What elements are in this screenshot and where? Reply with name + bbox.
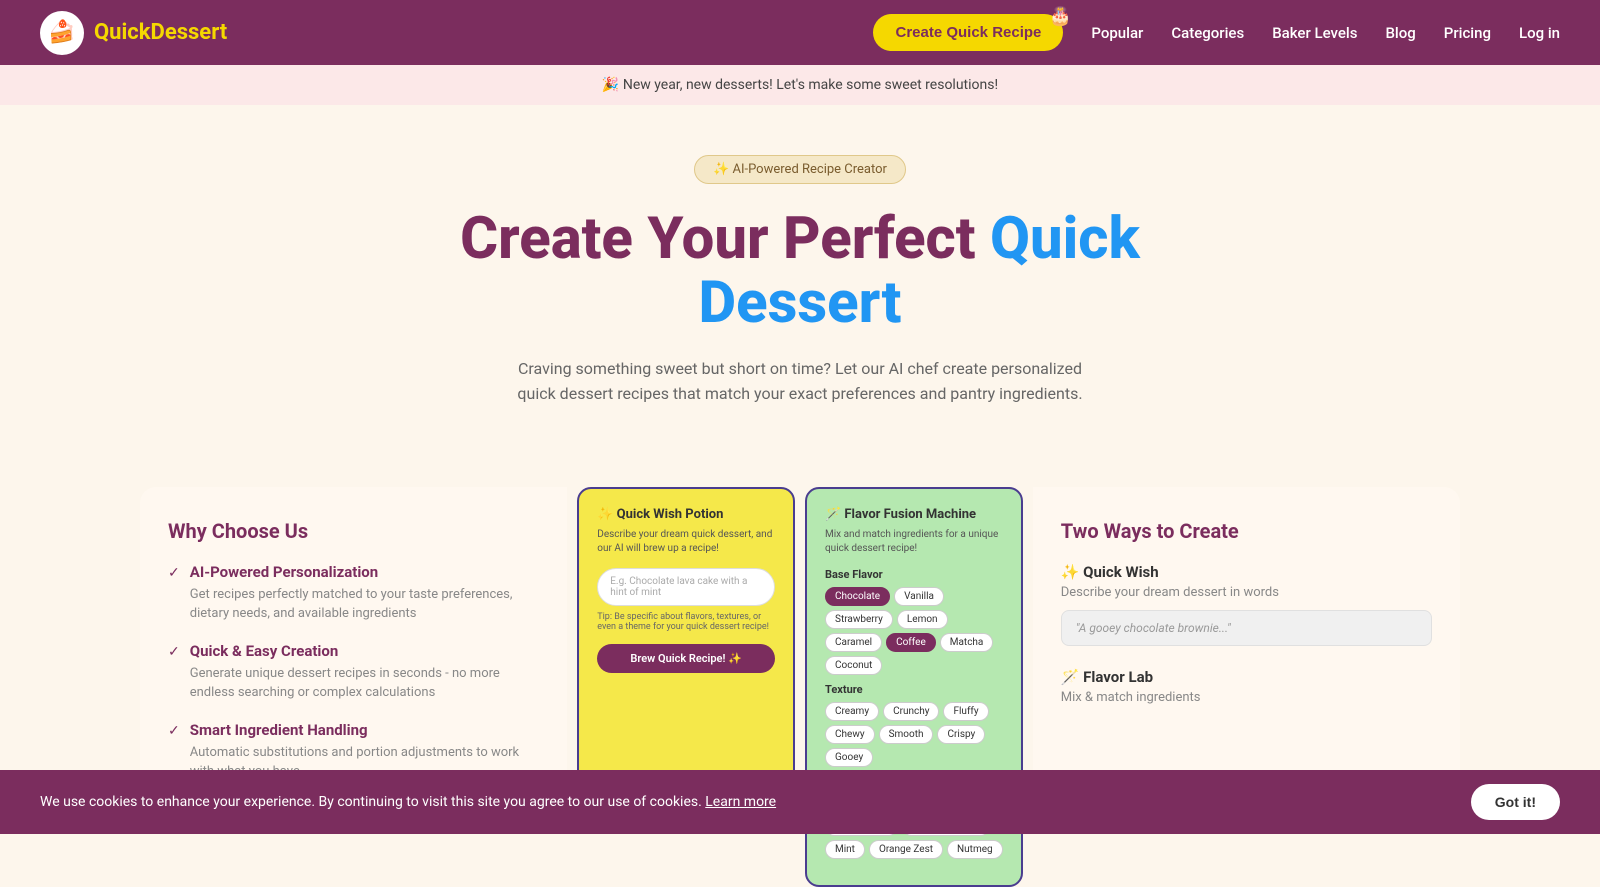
mockup-right-subtitle: Mix and match ingredients for a unique q… <box>825 528 1003 556</box>
tag-nutmeg[interactable]: Nutmeg <box>947 840 1003 859</box>
two-ways-title: Two Ways to Create <box>1061 519 1432 543</box>
mockup-left-input[interactable]: E.g. Chocolate lava cake with a hint of … <box>597 568 775 606</box>
cta-button[interactable]: Create Quick Recipe 🎂 <box>873 14 1063 51</box>
way-flavor-lab-desc: Mix & match ingredients <box>1061 690 1432 705</box>
way-flavor-lab-label: Flavor Lab <box>1083 668 1153 686</box>
tag-gooey[interactable]: Gooey <box>825 748 873 767</box>
tag-smooth[interactable]: Smooth <box>879 725 934 744</box>
cta-label: Create Quick Recipe <box>895 24 1041 41</box>
tag-vanilla[interactable]: Vanilla <box>894 587 944 606</box>
cookie-text: We use cookies to enhance your experienc… <box>40 794 1441 810</box>
way-quick-wish-icon: ✨ <box>1061 563 1080 581</box>
tag-lemon[interactable]: Lemon <box>897 610 948 629</box>
why-item-title-1: AI-Powered Personalization <box>190 563 540 581</box>
tag-crunchy[interactable]: Crunchy <box>883 702 939 721</box>
nav-login[interactable]: Log in <box>1519 24 1560 42</box>
logo-icon: 🍰 <box>40 11 84 55</box>
ai-badge: ✨ AI-Powered Recipe Creator <box>694 155 906 184</box>
cta-cake-emoji: 🎂 <box>1049 6 1071 27</box>
tag-matcha[interactable]: Matcha <box>940 633 994 652</box>
tag-chocolate[interactable]: Chocolate <box>825 587 890 606</box>
base-flavor-tags: Chocolate Vanilla Strawberry Lemon Caram… <box>825 587 1003 675</box>
tag-creamy[interactable]: Creamy <box>825 702 879 721</box>
logo-text: QuickDessert <box>94 20 227 45</box>
banner-text: New year, new desserts! Let's make some … <box>623 77 998 93</box>
nav-baker-levels[interactable]: Baker Levels <box>1272 24 1357 42</box>
hero-title-blue: Quick <box>990 205 1140 273</box>
nav-blog[interactable]: Blog <box>1385 24 1415 42</box>
way-flavor-lab-icon: 🪄 <box>1061 668 1080 686</box>
tag-fluffy[interactable]: Fluffy <box>943 702 988 721</box>
cookie-learn-more[interactable]: Learn more <box>705 794 776 810</box>
why-item-desc-2: Generate unique dessert recipes in secon… <box>190 664 540 703</box>
way-flavor-lab-title: 🪄 Flavor Lab <box>1061 668 1432 686</box>
why-item-desc-1: Get recipes perfectly matched to your ta… <box>190 585 540 624</box>
hero-title: Create Your Perfect Quick Dessert <box>40 208 1560 336</box>
hero-title-part1: Create Your Perfect <box>460 205 990 273</box>
mockup-left-subtitle: Describe your dream quick dessert, and o… <box>597 528 775 556</box>
cookie-message: We use cookies to enhance your experienc… <box>40 794 702 810</box>
tag-orange-zest[interactable]: Orange Zest <box>869 840 943 859</box>
cookie-banner: We use cookies to enhance your experienc… <box>0 770 1600 834</box>
mockup-quick-wish: ✨ Quick Wish Potion Describe your dream … <box>577 487 795 787</box>
logo-area: 🍰 QuickDessert <box>40 11 227 55</box>
banner-emoji: 🎉 <box>602 77 619 93</box>
tag-strawberry[interactable]: Strawberry <box>825 610 893 629</box>
check-icon-1: ✓ <box>168 565 180 624</box>
way-quick-wish-title: ✨ Quick Wish <box>1061 563 1432 581</box>
mockup-left-btn[interactable]: Brew Quick Recipe! ✨ <box>597 644 775 673</box>
nav-categories[interactable]: Categories <box>1171 24 1244 42</box>
way-quick-wish-label: Quick Wish <box>1083 563 1158 581</box>
texture-tags: Creamy Crunchy Fluffy Chewy Smooth Crisp… <box>825 702 1003 767</box>
why-title: Why Choose Us <box>168 519 539 543</box>
nav-pricing[interactable]: Pricing <box>1444 24 1491 42</box>
why-item-title-2: Quick & Easy Creation <box>190 642 540 660</box>
base-flavor-label: Base Flavor <box>825 568 1003 581</box>
hero-section: ✨ AI-Powered Recipe Creator Create Your … <box>0 105 1600 487</box>
check-icon-2: ✓ <box>168 644 180 703</box>
texture-label: Texture <box>825 683 1003 696</box>
navbar: 🍰 QuickDessert Create Quick Recipe 🎂 Pop… <box>0 0 1600 65</box>
mockup-right-title: 🪄 Flavor Fusion Machine <box>825 507 1003 522</box>
nav-right: Create Quick Recipe 🎂 Popular Categories… <box>873 14 1560 51</box>
two-ways-col: Two Ways to Create ✨ Quick Wish Describe… <box>1033 487 1460 807</box>
tag-coconut[interactable]: Coconut <box>825 656 882 675</box>
tag-coffee[interactable]: Coffee <box>886 633 936 652</box>
why-item-1: ✓ AI-Powered Personalization Get recipes… <box>168 563 539 624</box>
logo-highlight: Dessert <box>151 20 228 45</box>
why-item-title-3: Smart Ingredient Handling <box>190 721 540 739</box>
why-item-2: ✓ Quick & Easy Creation Generate unique … <box>168 642 539 703</box>
mockup-left-title: ✨ Quick Wish Potion <box>597 507 775 522</box>
way-quick-wish: ✨ Quick Wish Describe your dream dessert… <box>1061 563 1432 646</box>
hero-title-part3: Dessert <box>699 269 902 337</box>
mockup-left-tip: Tip: Be specific about flavors, textures… <box>597 612 775 632</box>
way-quick-wish-desc: Describe your dream dessert in words <box>1061 585 1432 600</box>
way-flavor-lab: 🪄 Flavor Lab Mix & match ingredients <box>1061 668 1432 705</box>
tag-caramel[interactable]: Caramel <box>825 633 882 652</box>
tag-chewy[interactable]: Chewy <box>825 725 875 744</box>
tag-mint[interactable]: Mint <box>825 840 865 859</box>
logo-normal: Quick <box>94 20 151 45</box>
cookie-accept-button[interactable]: Got it! <box>1471 784 1560 820</box>
hero-subtitle: Craving something sweet but short on tim… <box>500 356 1100 407</box>
way-quick-wish-input[interactable]: "A gooey chocolate brownie..." <box>1061 610 1432 646</box>
logo-emoji: 🍰 <box>48 20 75 45</box>
announcement-banner: 🎉 New year, new desserts! Let's make som… <box>0 65 1600 105</box>
nav-popular[interactable]: Popular <box>1091 24 1143 42</box>
tag-crispy[interactable]: Crispy <box>937 725 985 744</box>
